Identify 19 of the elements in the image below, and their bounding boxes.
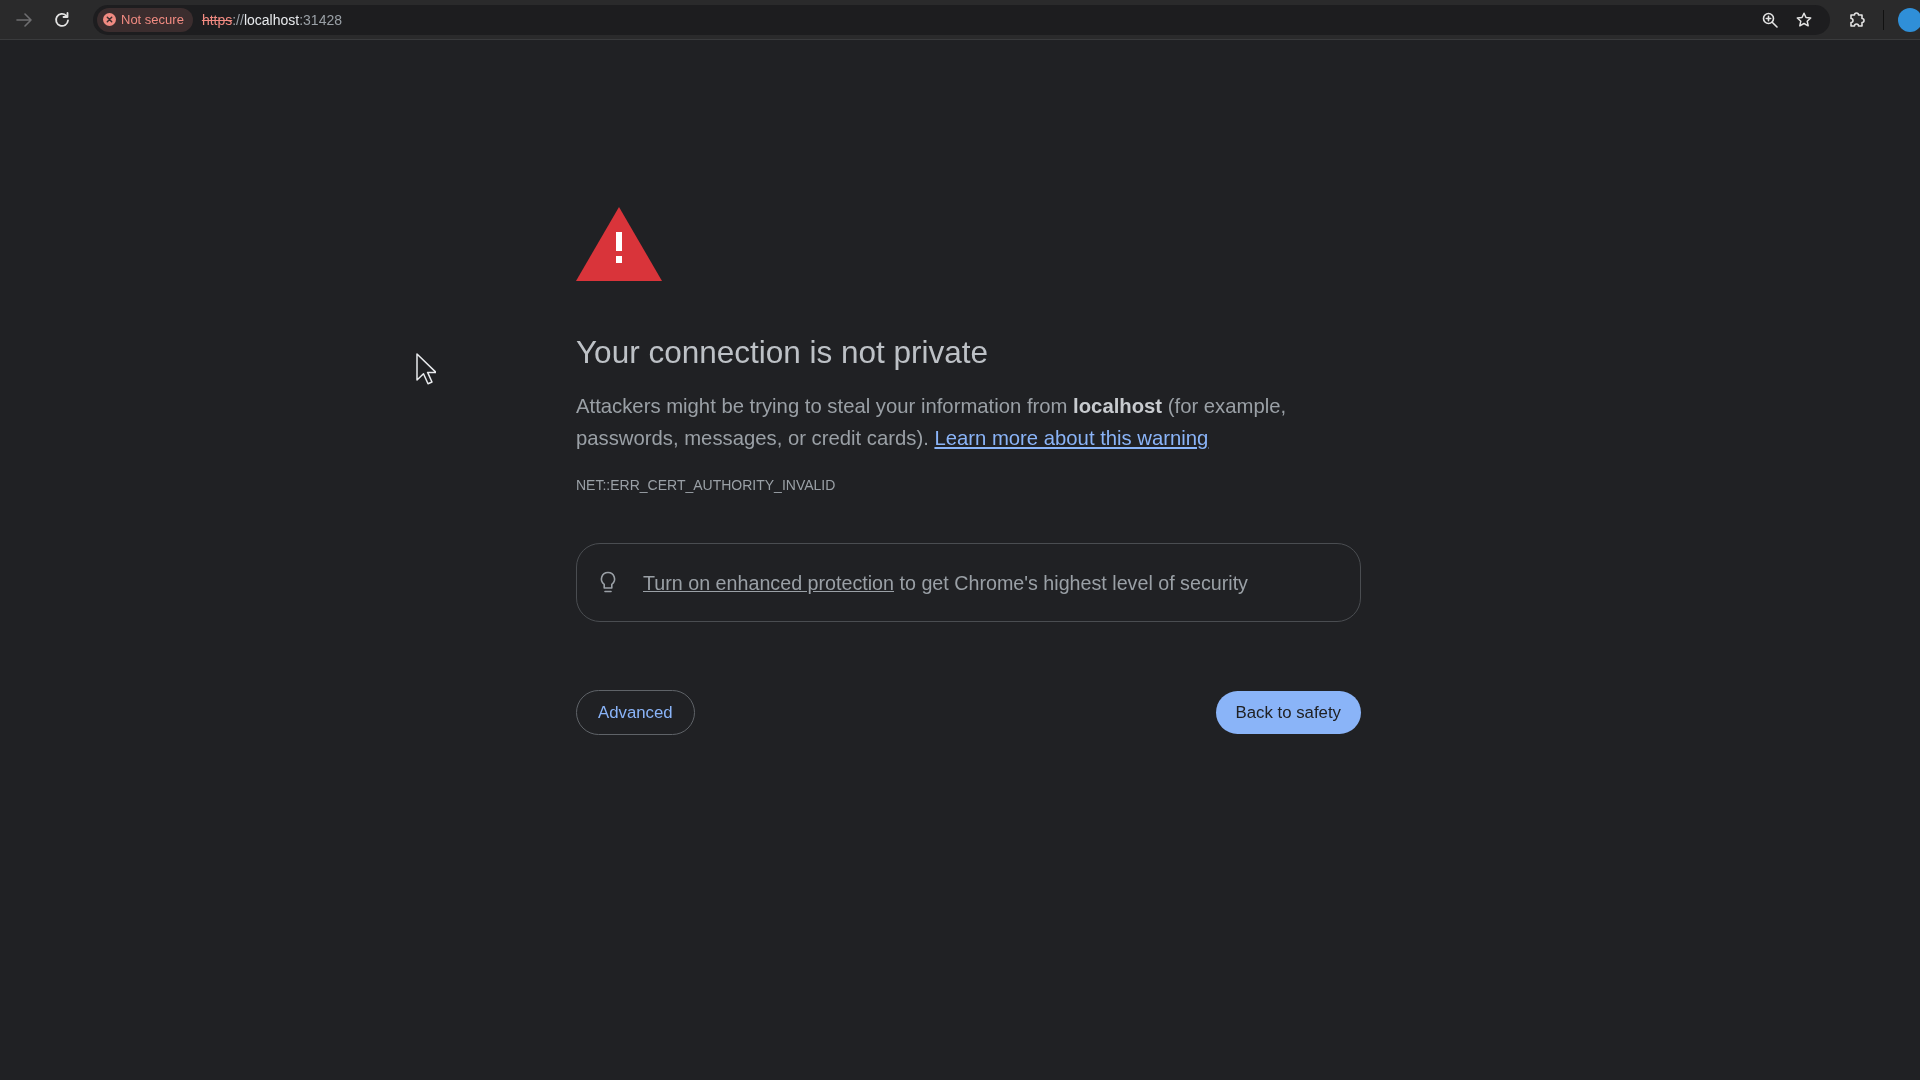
puzzle-piece-icon[interactable] <box>1849 11 1865 28</box>
warning-triangle-icon <box>576 207 662 281</box>
reload-icon[interactable] <box>54 11 70 28</box>
warning-message: Attackers might be trying to steal your information from localhost (for example, passwords, messages, or credit cards). Learn more about this warning <box>576 394 1288 451</box>
error-circle-icon <box>103 13 116 26</box>
address-bar[interactable]: Not secure https://localhost:31428 <box>93 4 1830 35</box>
page-heading: Your connection is not private <box>576 333 990 371</box>
url-text: https://localhost:31428 <box>201 11 342 28</box>
bookmark-star-icon[interactable] <box>1796 11 1812 28</box>
mouse-pointer-icon <box>416 353 436 385</box>
back-to-safety-button[interactable]: Back to safety <box>1215 691 1361 734</box>
learn-more-link[interactable]: Learn more about this warning <box>934 427 1209 449</box>
lightbulb-icon <box>599 570 617 595</box>
avatar-icon[interactable] <box>1898 7 1920 32</box>
zoom-icon[interactable] <box>1762 11 1778 28</box>
protection-message: Turn on enhanced protection to get Chrome's highest level of security <box>643 570 1248 596</box>
error-code: NET::ERR_CERT_AUTHORITY_INVALID <box>576 476 837 495</box>
enhanced-protection-link[interactable]: Turn on enhanced protection <box>643 571 894 594</box>
security-chip[interactable]: Not secure <box>97 7 193 32</box>
